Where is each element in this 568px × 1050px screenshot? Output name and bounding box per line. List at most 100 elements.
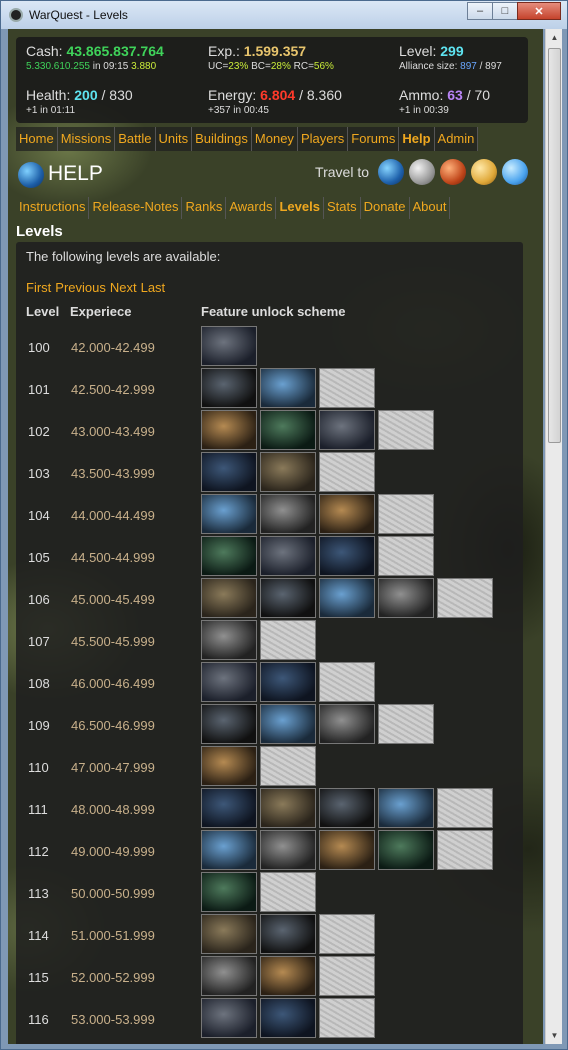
unit-thumbnail[interactable] bbox=[378, 788, 434, 828]
unit-thumbnail[interactable] bbox=[201, 410, 257, 450]
unit-thumbnail[interactable] bbox=[260, 914, 316, 954]
nav-item-admin[interactable]: Admin bbox=[435, 127, 479, 151]
unit-thumbnail[interactable] bbox=[201, 662, 257, 702]
unit-thumbnail[interactable] bbox=[260, 410, 316, 450]
feature-thumbnails bbox=[201, 830, 493, 870]
unit-thumbnail[interactable] bbox=[260, 956, 316, 996]
unit-thumbnail[interactable] bbox=[319, 830, 375, 870]
scroll-up-icon[interactable]: ▲ bbox=[546, 29, 563, 46]
subnav-item-levels[interactable]: Levels bbox=[276, 197, 324, 219]
terrain-map-thumbnail[interactable] bbox=[437, 578, 493, 618]
unit-thumbnail[interactable] bbox=[260, 998, 316, 1038]
minimize-button[interactable]: – bbox=[467, 2, 493, 20]
unit-thumbnail[interactable] bbox=[201, 998, 257, 1038]
unit-thumbnail[interactable] bbox=[260, 452, 316, 492]
unit-thumbnail[interactable] bbox=[201, 326, 257, 366]
unit-thumbnail[interactable] bbox=[260, 578, 316, 618]
unit-thumbnail[interactable] bbox=[319, 578, 375, 618]
subnav-item-instructions[interactable]: Instructions bbox=[16, 197, 90, 219]
terrain-map-thumbnail[interactable] bbox=[378, 494, 434, 534]
vertical-scrollbar[interactable]: ▲ ▼ bbox=[545, 29, 562, 1044]
unit-thumbnail[interactable] bbox=[201, 368, 257, 408]
terrain-map-thumbnail[interactable] bbox=[260, 620, 316, 660]
terrain-map-thumbnail[interactable] bbox=[319, 368, 375, 408]
unit-thumbnail[interactable] bbox=[201, 452, 257, 492]
unit-thumbnail[interactable] bbox=[260, 494, 316, 534]
unit-thumbnail[interactable] bbox=[260, 536, 316, 576]
pager-next-link[interactable]: Next bbox=[110, 280, 137, 295]
terrain-map-thumbnail[interactable] bbox=[378, 704, 434, 744]
nav-item-missions[interactable]: Missions bbox=[58, 127, 116, 151]
close-button[interactable]: ✕ bbox=[517, 2, 561, 20]
neptune-planet-icon[interactable] bbox=[502, 159, 528, 185]
terrain-map-thumbnail[interactable] bbox=[319, 956, 375, 996]
mars-planet-icon[interactable] bbox=[440, 159, 466, 185]
unit-thumbnail[interactable] bbox=[260, 788, 316, 828]
earth-planet-icon[interactable] bbox=[378, 159, 404, 185]
unit-thumbnail[interactable] bbox=[378, 830, 434, 870]
unit-thumbnail[interactable] bbox=[201, 578, 257, 618]
unit-thumbnail[interactable] bbox=[260, 830, 316, 870]
scroll-thumb[interactable] bbox=[548, 48, 561, 443]
unit-thumbnail[interactable] bbox=[319, 536, 375, 576]
terrain-map-thumbnail[interactable] bbox=[437, 788, 493, 828]
nav-item-units[interactable]: Units bbox=[156, 127, 193, 151]
terrain-map-thumbnail[interactable] bbox=[319, 998, 375, 1038]
unit-thumbnail[interactable] bbox=[260, 704, 316, 744]
nav-item-help[interactable]: Help bbox=[399, 127, 435, 151]
subnav-item-ranks[interactable]: Ranks bbox=[182, 197, 227, 219]
unit-thumbnail[interactable] bbox=[201, 704, 257, 744]
window-title: WarQuest - Levels bbox=[29, 8, 128, 22]
terrain-map-thumbnail[interactable] bbox=[319, 914, 375, 954]
title-bar[interactable]: WarQuest - Levels – □ ✕ bbox=[1, 1, 567, 29]
cash-label: Cash: bbox=[26, 43, 63, 59]
unit-thumbnail[interactable] bbox=[319, 704, 375, 744]
maximize-button[interactable]: □ bbox=[492, 2, 518, 20]
level-number: 105 bbox=[28, 550, 50, 565]
unit-thumbnail[interactable] bbox=[201, 914, 257, 954]
nav-item-forums[interactable]: Forums bbox=[348, 127, 400, 151]
unit-thumbnail[interactable] bbox=[319, 410, 375, 450]
terrain-map-thumbnail[interactable] bbox=[260, 746, 316, 786]
unit-thumbnail[interactable] bbox=[201, 494, 257, 534]
page-content: Cash: 43.865.837.764 5.330.610.255 in 09… bbox=[8, 29, 543, 1044]
terrain-map-thumbnail[interactable] bbox=[378, 410, 434, 450]
subnav-item-release-notes[interactable]: Release-Notes bbox=[89, 197, 183, 219]
nav-item-home[interactable]: Home bbox=[16, 127, 58, 151]
nav-item-money[interactable]: Money bbox=[252, 127, 298, 151]
scroll-down-icon[interactable]: ▼ bbox=[546, 1027, 563, 1044]
pager-first-link[interactable]: First bbox=[26, 280, 51, 295]
feature-thumbnails bbox=[201, 746, 316, 786]
terrain-map-thumbnail[interactable] bbox=[260, 872, 316, 912]
subnav-item-awards[interactable]: Awards bbox=[226, 197, 277, 219]
subnav-item-about[interactable]: About bbox=[410, 197, 451, 219]
pagination: First Previous Next Last bbox=[26, 280, 165, 295]
unit-thumbnail[interactable] bbox=[201, 788, 257, 828]
unit-thumbnail[interactable] bbox=[319, 788, 375, 828]
venus-planet-icon[interactable] bbox=[471, 159, 497, 185]
terrain-map-thumbnail[interactable] bbox=[319, 452, 375, 492]
unit-thumbnail[interactable] bbox=[378, 578, 434, 618]
unit-thumbnail[interactable] bbox=[260, 368, 316, 408]
unit-thumbnail[interactable] bbox=[201, 746, 257, 786]
pager-previous-link[interactable]: Previous bbox=[55, 280, 106, 295]
unit-thumbnail[interactable] bbox=[260, 662, 316, 702]
subnav-item-stats[interactable]: Stats bbox=[324, 197, 361, 219]
unit-thumbnail[interactable] bbox=[201, 536, 257, 576]
unit-thumbnail[interactable] bbox=[201, 872, 257, 912]
terrain-map-thumbnail[interactable] bbox=[437, 830, 493, 870]
unit-thumbnail[interactable] bbox=[319, 494, 375, 534]
nav-item-buildings[interactable]: Buildings bbox=[192, 127, 252, 151]
terrain-map-thumbnail[interactable] bbox=[319, 662, 375, 702]
subnav-item-donate[interactable]: Donate bbox=[361, 197, 410, 219]
intro-text: The following levels are available: bbox=[26, 249, 221, 264]
unit-thumbnail[interactable] bbox=[201, 830, 257, 870]
health-label: Health: bbox=[26, 87, 71, 103]
nav-item-battle[interactable]: Battle bbox=[115, 127, 156, 151]
moon-planet-icon[interactable] bbox=[409, 159, 435, 185]
pager-last-link[interactable]: Last bbox=[141, 280, 166, 295]
unit-thumbnail[interactable] bbox=[201, 956, 257, 996]
nav-item-players[interactable]: Players bbox=[298, 127, 349, 151]
terrain-map-thumbnail[interactable] bbox=[378, 536, 434, 576]
unit-thumbnail[interactable] bbox=[201, 620, 257, 660]
